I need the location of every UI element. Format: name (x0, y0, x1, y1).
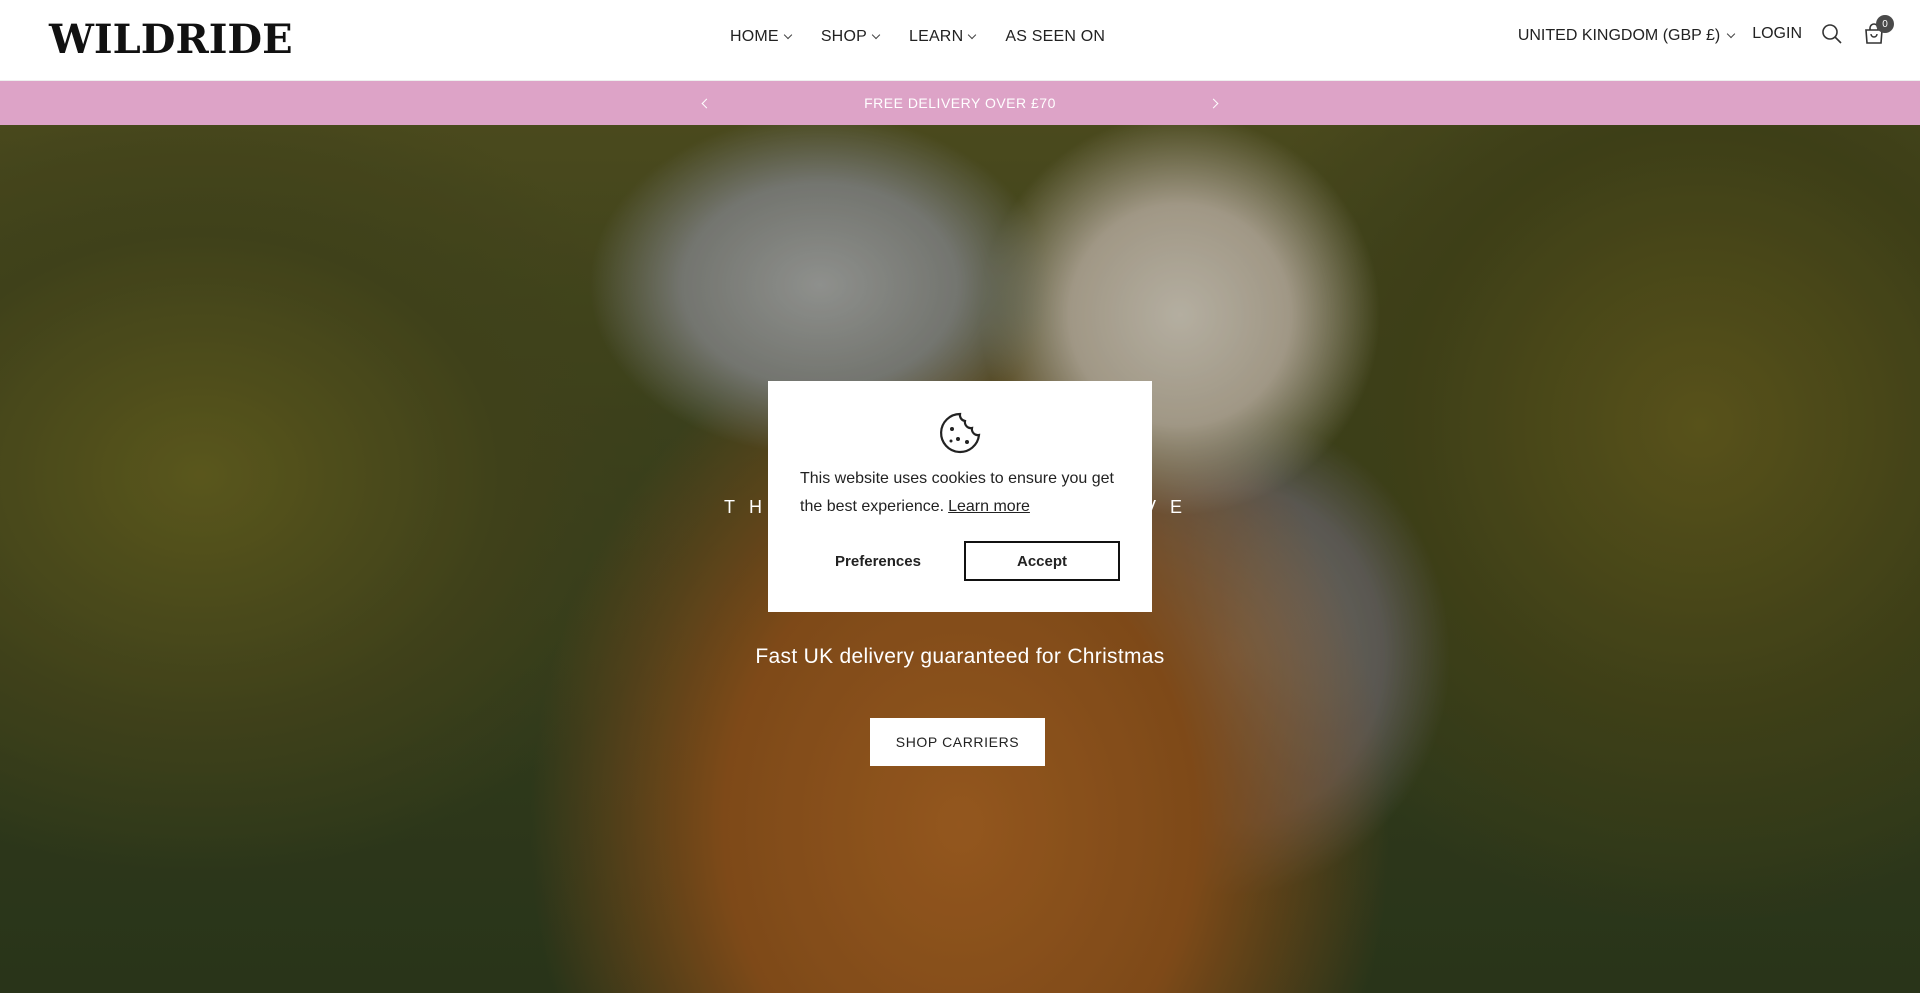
accept-button[interactable]: Accept (964, 541, 1120, 581)
nav-home[interactable]: HOME (730, 28, 793, 46)
site-logo[interactable]: WILDRIDE (49, 18, 293, 62)
preferences-button[interactable]: Preferences (812, 541, 944, 581)
announcement-next-button[interactable] (1204, 94, 1222, 112)
nav-home-label: HOME (730, 28, 779, 45)
search-icon[interactable] (1820, 22, 1844, 46)
chevron-down-icon (1726, 29, 1736, 39)
header-actions: UNITED KINGDOM (GBP £) LOGIN 0 (1517, 15, 1894, 46)
announcement-bar: FREE DELIVERY OVER £70 (0, 81, 1920, 125)
site-header: WILDRIDE HOME SHOP LEARN AS SEEN ON UNIT… (0, 0, 1920, 81)
nav-as-seen-on-label: AS SEEN ON (1005, 28, 1106, 45)
learn-more-link[interactable]: Learn more (948, 498, 1030, 515)
chevron-down-icon (783, 30, 793, 40)
nav-learn[interactable]: LEARN (908, 28, 977, 46)
chevron-down-icon (871, 30, 881, 40)
nav-as-seen-on[interactable]: AS SEEN ON (1005, 28, 1105, 46)
nav-shop-label: SHOP (820, 28, 867, 45)
chevron-right-icon (1208, 98, 1218, 108)
country-label: UNITED KINGDOM (GBP £) (1517, 27, 1721, 44)
hero-subtitle: Fast UK delivery guaranteed for Christma… (755, 645, 1165, 668)
cart-icon[interactable]: 0 (1862, 15, 1894, 46)
announcement-text: FREE DELIVERY OVER £70 (864, 95, 1056, 111)
nav-learn-label: LEARN (908, 28, 964, 45)
country-selector[interactable]: UNITED KINGDOM (GBP £) (1517, 27, 1736, 45)
cookie-consent-dialog: This website uses cookies to ensure you … (768, 381, 1152, 612)
cart-count-badge: 0 (1876, 15, 1894, 33)
cookie-icon (938, 411, 982, 455)
cookie-message: This website uses cookies to ensure you … (800, 465, 1130, 521)
chevron-down-icon (968, 30, 977, 40)
login-link[interactable]: LOGIN (1752, 25, 1802, 43)
shop-carriers-button[interactable]: SHOP CARRIERS (870, 718, 1045, 766)
nav-shop[interactable]: SHOP (820, 28, 881, 46)
main-nav: HOME SHOP LEARN AS SEEN ON (730, 28, 1105, 46)
